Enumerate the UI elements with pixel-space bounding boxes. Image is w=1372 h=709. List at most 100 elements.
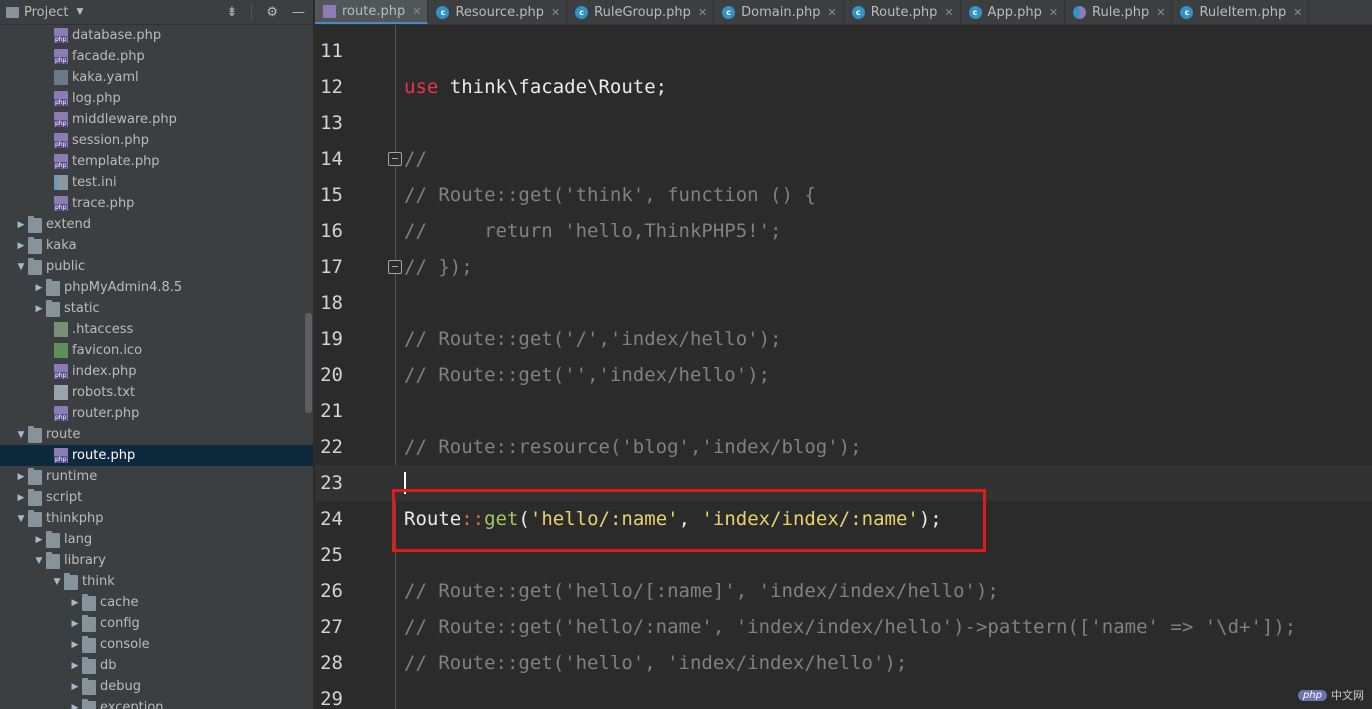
editor-tab[interactable]: c Resource.php ✕ xyxy=(428,0,568,24)
chevron-down-icon[interactable]: ▼ xyxy=(76,7,83,17)
close-icon[interactable]: ✕ xyxy=(1293,6,1302,19)
code-line[interactable]: 29 xyxy=(315,681,1372,709)
close-icon[interactable]: ✕ xyxy=(944,6,953,19)
tree-item[interactable]: ▼ think xyxy=(0,571,313,592)
tree-item[interactable]: route.php xyxy=(0,445,313,466)
tree-item[interactable]: index.php xyxy=(0,361,313,382)
editor-tab[interactable]: c RuleGroup.php ✕ xyxy=(567,0,715,24)
chevron-right-icon[interactable]: ▶ xyxy=(14,220,28,230)
code-token: // Route::get('','index/hello'); xyxy=(404,364,771,386)
php-file-icon xyxy=(54,91,68,106)
folder-icon xyxy=(28,510,42,527)
code-line[interactable]: 26 // Route::get('hello/[:name]', 'index/… xyxy=(315,573,1372,609)
close-icon[interactable]: ✕ xyxy=(827,6,836,19)
tree-item[interactable]: ▶ console xyxy=(0,634,313,655)
code-line[interactable]: 27 // Route::get('hello/:name', 'index/in… xyxy=(315,609,1372,645)
code-line[interactable]: 18 xyxy=(315,285,1372,321)
tree-item[interactable]: ▶ static xyxy=(0,298,313,319)
tree-item[interactable]: trace.php xyxy=(0,193,313,214)
close-icon[interactable]: ✕ xyxy=(1049,6,1058,19)
close-icon[interactable]: ✕ xyxy=(698,6,707,19)
code-line[interactable]: 15 // Route::get('think', function () { xyxy=(315,177,1372,213)
code-token: // Route::get('/','index/hello'); xyxy=(404,328,782,350)
chevron-right-icon[interactable]: ▶ xyxy=(32,535,46,545)
chevron-right-icon[interactable]: ▶ xyxy=(68,598,82,608)
tree-item[interactable]: router.php xyxy=(0,403,313,424)
editor-tab[interactable]: c Domain.php ✕ xyxy=(714,0,844,24)
tree-item[interactable]: database.php xyxy=(0,25,313,46)
tree-item[interactable]: ▼ route xyxy=(0,424,313,445)
fold-marker-icon[interactable] xyxy=(388,152,402,166)
tree-item[interactable]: session.php xyxy=(0,130,313,151)
hide-panel-icon[interactable]: — xyxy=(292,5,305,20)
tree-item[interactable]: middleware.php xyxy=(0,109,313,130)
collapse-all-icon[interactable]: ⇟ xyxy=(226,5,237,20)
code-line[interactable]: 16 // return 'hello,ThinkPHP5!'; xyxy=(315,213,1372,249)
line-number: 13 xyxy=(320,112,343,134)
php-file-icon xyxy=(54,196,68,211)
code-line[interactable]: 20 // Route::get('','index/hello'); xyxy=(315,357,1372,393)
tree-item[interactable]: .htaccess xyxy=(0,319,313,340)
chevron-down-icon[interactable]: ▼ xyxy=(14,514,28,524)
code-line[interactable]: 22 // Route::resource('blog','index/blog'… xyxy=(315,429,1372,465)
tree-item[interactable]: ▶ exception xyxy=(0,697,313,709)
tree-item[interactable]: ▼ library xyxy=(0,550,313,571)
tree-item[interactable]: ▼ thinkphp xyxy=(0,508,313,529)
code-line[interactable]: 21 xyxy=(315,393,1372,429)
code-editor[interactable]: 11 12 use think\facade\Route; 13 14 // 15 // Ro… xyxy=(315,25,1372,709)
code-line[interactable]: 13 xyxy=(315,105,1372,141)
chevron-down-icon[interactable]: ▼ xyxy=(50,577,64,587)
editor-tab[interactable]: c RuleItem.php ✕ xyxy=(1172,0,1310,24)
tree-item[interactable]: ▶ extend xyxy=(0,214,313,235)
code-line[interactable]: 14 // xyxy=(315,141,1372,177)
chevron-right-icon[interactable]: ▶ xyxy=(68,661,82,671)
editor-tab[interactable]: c Route.php ✕ xyxy=(844,0,961,24)
code-line[interactable]: 28 // Route::get('hello', 'index/index/he… xyxy=(315,645,1372,681)
fold-marker-icon[interactable] xyxy=(388,260,402,274)
tree-item[interactable]: ▶ script xyxy=(0,487,313,508)
tree-item[interactable]: favicon.ico xyxy=(0,340,313,361)
chevron-down-icon[interactable]: ▼ xyxy=(14,262,28,272)
tree-item[interactable]: ▶ cache xyxy=(0,592,313,613)
chevron-right-icon[interactable]: ▶ xyxy=(14,472,28,482)
tree-item[interactable]: robots.txt xyxy=(0,382,313,403)
sidebar-scrollbar[interactable] xyxy=(305,313,312,413)
tree-item[interactable]: ▶ phpMyAdmin4.8.5 xyxy=(0,277,313,298)
close-icon[interactable]: ✕ xyxy=(551,6,560,19)
tree-item[interactable]: ▼ public xyxy=(0,256,313,277)
tree-item[interactable]: facade.php xyxy=(0,46,313,67)
tree-item-label: static xyxy=(64,301,100,316)
tree-item[interactable]: template.php xyxy=(0,151,313,172)
tree-item[interactable]: ▶ runtime xyxy=(0,466,313,487)
tree-item[interactable]: ▶ lang xyxy=(0,529,313,550)
tree-item[interactable]: ▶ debug xyxy=(0,676,313,697)
close-icon[interactable]: ✕ xyxy=(1156,6,1165,19)
gear-icon[interactable]: ⚙ xyxy=(266,5,278,20)
code-line[interactable]: 19 // Route::get('/','index/hello'); xyxy=(315,321,1372,357)
chevron-right-icon[interactable]: ▶ xyxy=(68,703,82,709)
tree-item[interactable]: kaka.yaml xyxy=(0,67,313,88)
tree-item[interactable]: ▶ config xyxy=(0,613,313,634)
editor-tab[interactable]: Rule.php ✕ xyxy=(1065,0,1173,24)
project-panel-title[interactable]: Project xyxy=(24,5,68,20)
chevron-right-icon[interactable]: ▶ xyxy=(14,241,28,251)
chevron-right-icon[interactable]: ▶ xyxy=(32,283,46,293)
tree-item[interactable]: log.php xyxy=(0,88,313,109)
code-line[interactable]: 17 // }); xyxy=(315,249,1372,285)
tree-item[interactable]: ▶ db xyxy=(0,655,313,676)
editor-tab[interactable]: route.php ✕ xyxy=(315,0,429,24)
code-line[interactable]: 11 xyxy=(315,33,1372,69)
project-view-icon[interactable] xyxy=(6,6,19,18)
chevron-down-icon[interactable]: ▼ xyxy=(14,430,28,440)
close-icon[interactable]: ✕ xyxy=(412,5,421,18)
chevron-right-icon[interactable]: ▶ xyxy=(32,304,46,314)
tree-item[interactable]: test.ini xyxy=(0,172,313,193)
editor-tab[interactable]: c App.php ✕ xyxy=(961,0,1066,24)
chevron-right-icon[interactable]: ▶ xyxy=(68,640,82,650)
code-line[interactable]: 12 use think\facade\Route; xyxy=(315,69,1372,105)
tree-item[interactable]: ▶ kaka xyxy=(0,235,313,256)
chevron-right-icon[interactable]: ▶ xyxy=(14,493,28,503)
chevron-down-icon[interactable]: ▼ xyxy=(32,556,46,566)
chevron-right-icon[interactable]: ▶ xyxy=(68,682,82,692)
chevron-right-icon[interactable]: ▶ xyxy=(68,619,82,629)
